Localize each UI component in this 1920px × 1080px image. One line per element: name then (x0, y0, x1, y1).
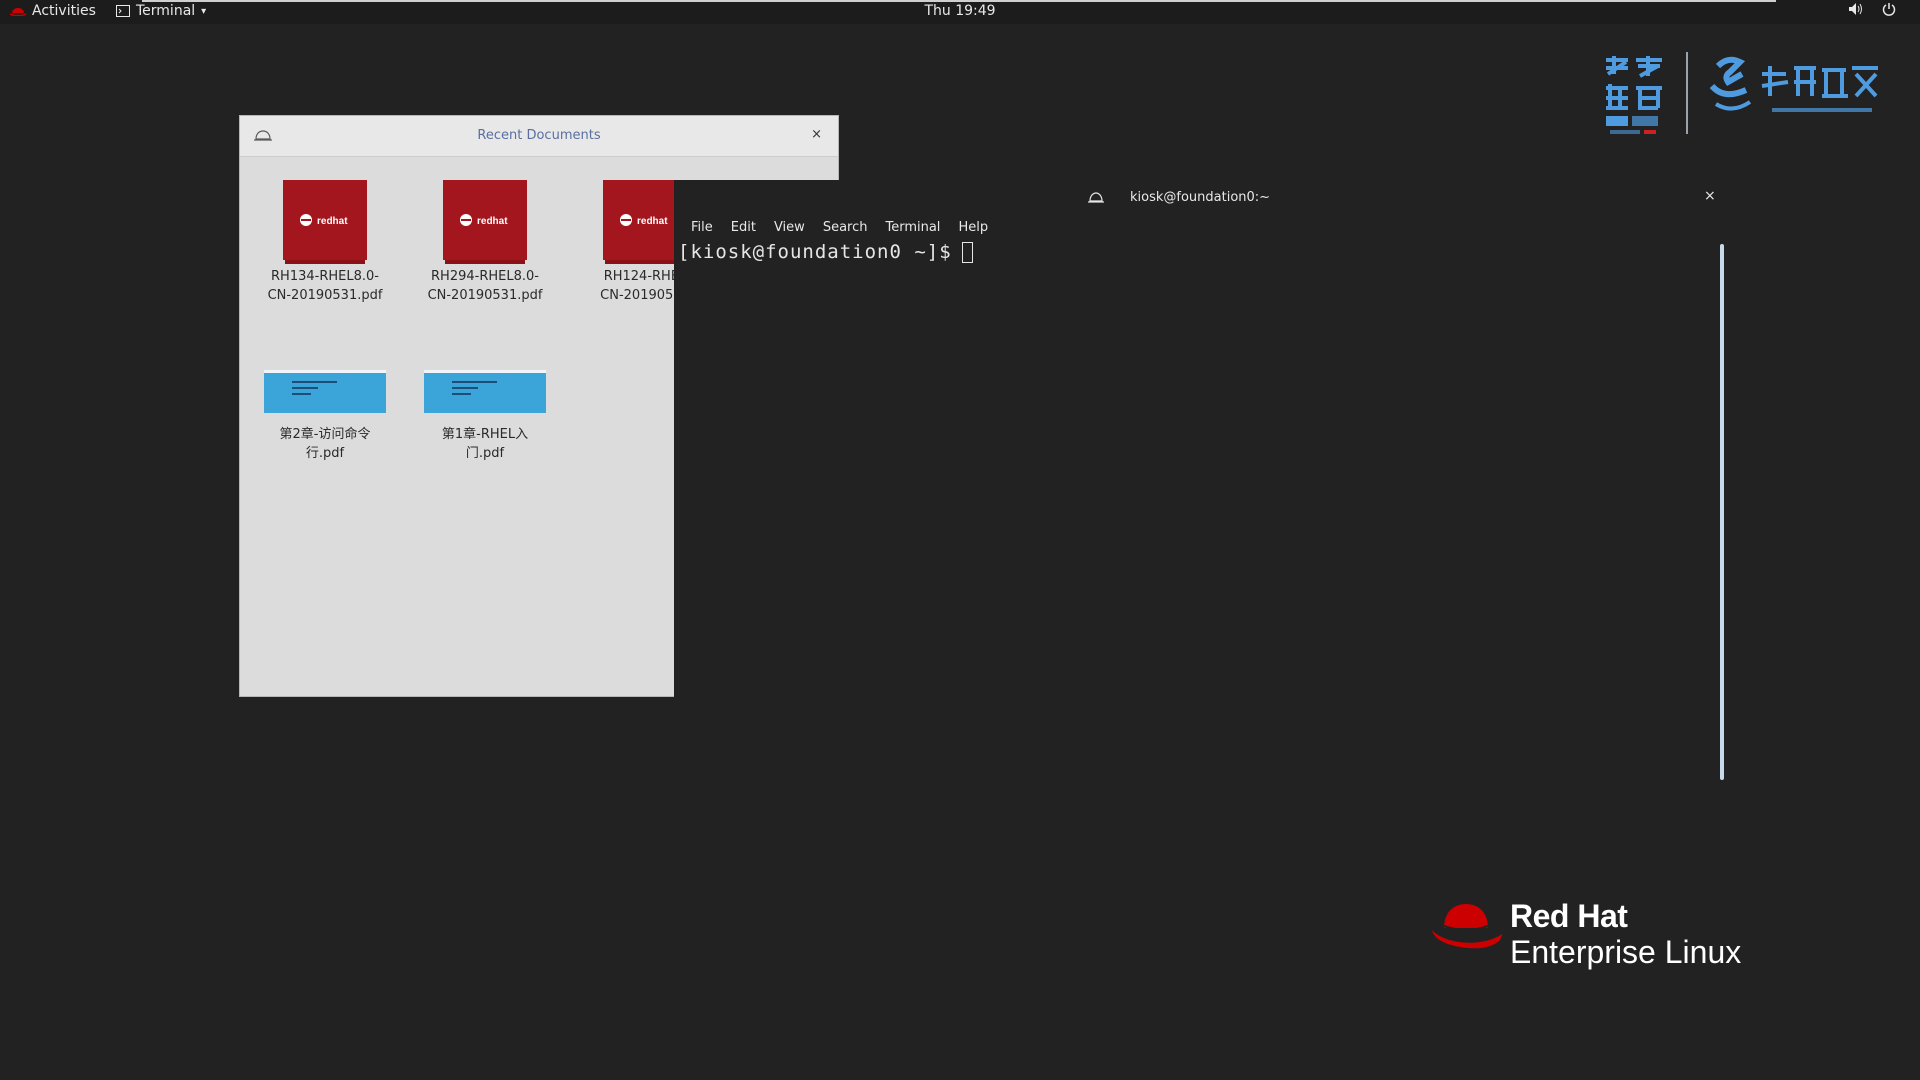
rhel-logo: Red Hat Enterprise Linux (1430, 898, 1790, 978)
terminal-prompt: [kiosk@foundation0 ~]$ (678, 241, 952, 263)
app-icon (1088, 192, 1104, 203)
menu-terminal[interactable]: Terminal (876, 220, 949, 235)
close-icon[interactable]: × (1704, 188, 1716, 204)
window-title: kiosk@foundation0:~ (1130, 190, 1271, 205)
document-thumbnail: redhat (283, 180, 367, 260)
document-name-line2: CN-20190531.pdf (427, 288, 543, 303)
svg-text:redhat: redhat (637, 216, 668, 227)
document-name-line1: 第1章-RHEL入 (441, 427, 529, 442)
menu-file[interactable]: File (682, 220, 722, 235)
document-name-line1: RH294-RHEL8.0- (431, 269, 539, 284)
rhel-line2: Enterprise Linux (1510, 934, 1742, 970)
red-hat-icon (1432, 904, 1502, 949)
rhel-line1: Red Hat (1510, 898, 1628, 934)
thumbnail-lines (452, 381, 516, 403)
watermark-logo-right (1709, 56, 1878, 112)
svg-text:redhat: redhat (317, 216, 348, 227)
document-name-line2: CN-20190531.pdf (267, 288, 383, 303)
window-title: Recent Documents (477, 128, 601, 143)
document-thumbnail (264, 370, 386, 413)
clock-label: Thu 19:49 (924, 3, 996, 19)
menu-search[interactable]: Search (814, 220, 877, 235)
close-icon[interactable]: × (811, 127, 822, 142)
document-name-line2: 行.pdf (305, 446, 345, 461)
redhat-logo-icon: redhat (300, 214, 348, 227)
watermark-logo-left (1606, 56, 1662, 134)
document-name-line2: 门.pdf (465, 446, 505, 461)
redhat-logo-icon: redhat (620, 214, 668, 227)
document-thumbnail (424, 370, 546, 413)
document-item[interactable]: 第2章-访问命令 行.pdf (255, 370, 395, 463)
document-name-line1: RH134-RHEL8.0- (271, 269, 379, 284)
clock[interactable]: Thu 19:49 (0, 3, 1920, 19)
scrollbar[interactable] (1720, 244, 1724, 780)
top-bar: Activities Terminal ▾ Thu 19:49 (0, 0, 1920, 24)
menu-help[interactable]: Help (949, 220, 997, 235)
terminal-window[interactable]: kiosk@foundation0:~ × File Edit View Sea… (674, 180, 1754, 780)
document-thumbnail: redhat (443, 180, 527, 260)
power-icon[interactable] (1882, 2, 1896, 16)
menu-bar: File Edit View Search Terminal Help (682, 220, 997, 235)
thumbnail-lines (292, 381, 356, 403)
watermark-divider (1686, 52, 1688, 134)
document-item[interactable]: redhat RH294-RHEL8.0- CN-20190531.pdf (415, 180, 555, 305)
menu-edit[interactable]: Edit (722, 220, 765, 235)
volume-icon[interactable] (1848, 2, 1864, 16)
window-header[interactable]: Recent Documents × (240, 116, 838, 157)
document-item[interactable]: redhat RH134-RHEL8.0- CN-20190531.pdf (255, 180, 395, 305)
menu-view[interactable]: View (765, 220, 814, 235)
document-item[interactable]: 第1章-RHEL入 门.pdf (415, 370, 555, 463)
document-name-line1: 第2章-访问命令 (279, 427, 371, 442)
progress-line (142, 0, 1776, 2)
svg-text:redhat: redhat (477, 216, 508, 227)
rhel-wordmark: Red Hat Enterprise Linux (1510, 898, 1741, 970)
system-tray[interactable] (1848, 2, 1896, 16)
redhat-logo-icon: redhat (460, 214, 508, 227)
text-cursor (961, 242, 973, 263)
terminal-prompt-line[interactable]: [kiosk@foundation0 ~]$ (678, 241, 973, 263)
